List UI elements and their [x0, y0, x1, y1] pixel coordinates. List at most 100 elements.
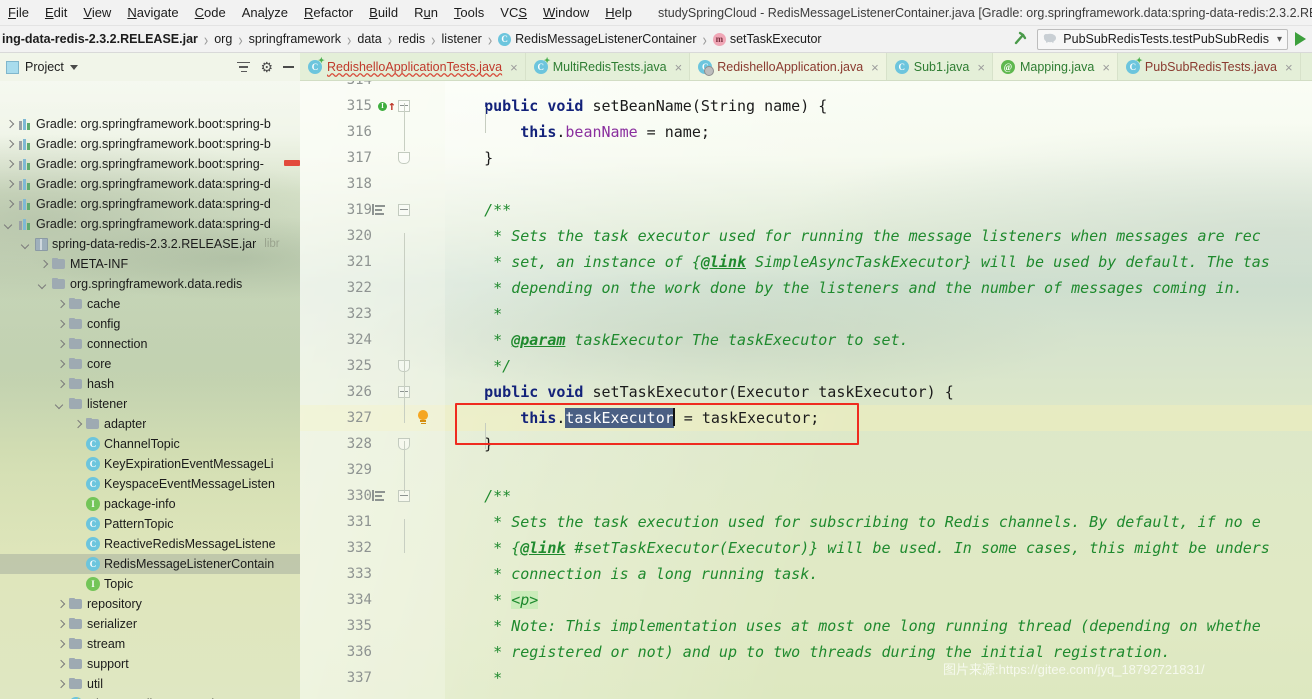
chevron-right-icon[interactable]: [55, 619, 66, 630]
code-line[interactable]: this.beanName = name;: [445, 119, 1312, 145]
gutter-line[interactable]: 337: [300, 665, 445, 691]
chevron-right-icon[interactable]: [4, 119, 15, 130]
code-line[interactable]: * @param taskExecutor The taskExecutor t…: [445, 327, 1312, 353]
tree-node[interactable]: cache: [0, 294, 300, 314]
code-line[interactable]: * <p>: [445, 587, 1312, 613]
chevron-right-icon[interactable]: [55, 359, 66, 370]
tree-node[interactable]: C ChannelTopic: [0, 434, 300, 454]
gutter-line[interactable]: 320: [300, 223, 445, 249]
gutter-line[interactable]: 324: [300, 327, 445, 353]
chevron-right-icon[interactable]: [55, 319, 66, 330]
breadcrumb-item-5[interactable]: listener: [440, 32, 484, 46]
chevron-right-icon[interactable]: [4, 179, 15, 190]
tree-node[interactable]: C KeyspaceEventMessageListen: [0, 474, 300, 494]
breadcrumb-item-6[interactable]: C RedisMessageListenerContainer: [496, 32, 698, 46]
collapse-all-icon[interactable]: [237, 61, 251, 74]
tree-node[interactable]: Gradle: org.springframework.data:spring-…: [0, 214, 300, 234]
code-line[interactable]: * connection is a long running task.: [445, 561, 1312, 587]
editor-gutter[interactable]: 314 315 I↑ 316 317 318 319 320 321 322 323 324 325 32…: [300, 81, 445, 699]
chevron-right-icon[interactable]: [4, 199, 15, 210]
tree-node[interactable]: C KeyExpirationEventMessageLi: [0, 454, 300, 474]
gutter-line[interactable]: 314: [300, 81, 445, 93]
tree-node[interactable]: C ReactiveRedisMessageListene: [0, 534, 300, 554]
tree-node[interactable]: config: [0, 314, 300, 334]
gutter-line[interactable]: 329: [300, 457, 445, 483]
gutter-line[interactable]: 336: [300, 639, 445, 665]
intention-lightbulb-icon[interactable]: [416, 410, 430, 426]
tree-node[interactable]: connection: [0, 334, 300, 354]
chevron-right-icon[interactable]: [4, 159, 15, 170]
menu-item-vcs[interactable]: VCS: [492, 0, 535, 26]
chevron-down-icon[interactable]: [55, 399, 66, 410]
tree-node[interactable]: spring-data-redis-2.3.2.RELEASE.jar libr: [0, 234, 300, 254]
editor-tab-sub1[interactable]: C Sub1.java ×: [886, 53, 993, 80]
gutter-line[interactable]: 334: [300, 587, 445, 613]
menu-item-code[interactable]: Code: [187, 0, 234, 26]
editor-code-area[interactable]: public void setBeanName(String name) { t…: [445, 81, 1312, 699]
code-line[interactable]: /**: [445, 197, 1312, 223]
chevron-down-icon[interactable]: ▾: [1277, 34, 1282, 45]
close-icon[interactable]: ×: [1285, 60, 1293, 75]
close-icon[interactable]: ×: [1102, 60, 1110, 75]
editor-tab-redishelloapplicationtests[interactable]: C ✦ RedishelloApplicationTests.java ×: [300, 53, 526, 80]
editor-tab-redishelloapplication[interactable]: C RedishelloApplication.java ×: [690, 53, 887, 80]
tree-node[interactable]: C RedisMessageListenerContain: [0, 554, 300, 574]
gutter-line[interactable]: 330: [300, 483, 445, 509]
menu-item-run[interactable]: Run: [406, 0, 446, 26]
editor-tab-multiredistests[interactable]: C ✦ MultiRedisTests.java ×: [525, 53, 691, 80]
run-method-marker-icon[interactable]: I ↑: [378, 100, 396, 113]
close-icon[interactable]: ×: [871, 60, 879, 75]
editor-tab-bar[interactable]: C ✦ RedishelloApplicationTests.java × C ✦ Mult…: [300, 53, 1312, 81]
close-icon[interactable]: ×: [675, 60, 683, 75]
chevron-down-icon[interactable]: [38, 279, 49, 290]
menu-item-analyze[interactable]: Analyze: [234, 0, 296, 26]
code-line[interactable]: * Sets the task executor used for runnin…: [445, 223, 1312, 249]
chevron-right-icon[interactable]: [55, 299, 66, 310]
code-line[interactable]: * Note: This implementation uses at most…: [445, 613, 1312, 639]
editor-tab-mapping[interactable]: @ Mapping.java ×: [992, 53, 1118, 80]
menu-item-tools[interactable]: Tools: [446, 0, 492, 26]
code-line[interactable]: */: [445, 353, 1312, 379]
code-line[interactable]: * Sets the task execution used for subsc…: [445, 509, 1312, 535]
close-icon[interactable]: ×: [977, 60, 985, 75]
code-line[interactable]: [445, 457, 1312, 483]
tree-node[interactable]: stream: [0, 634, 300, 654]
code-line[interactable]: * set, an instance of {@link SimpleAsync…: [445, 249, 1312, 275]
code-line[interactable]: public void setBeanName(String name) {: [445, 93, 1312, 119]
chevron-right-icon[interactable]: [72, 419, 83, 430]
gutter-line[interactable]: 316: [300, 119, 445, 145]
code-line[interactable]: * {@link #setTaskExecutor(Executor)} wil…: [445, 535, 1312, 561]
tree-node[interactable]: hash: [0, 374, 300, 394]
tree-node[interactable]: core: [0, 354, 300, 374]
tree-node[interactable]: serializer: [0, 614, 300, 634]
chevron-down-icon[interactable]: [4, 219, 15, 230]
code-line[interactable]: *: [445, 301, 1312, 327]
tree-node[interactable]: listener: [0, 394, 300, 414]
tree-node[interactable]: support: [0, 654, 300, 674]
build-hammer-icon[interactable]: [1012, 30, 1030, 48]
tree-node[interactable]: Gradle: org.springframework.boot:spring-…: [0, 114, 300, 134]
tree-node[interactable]: I Topic: [0, 574, 300, 594]
chevron-right-icon[interactable]: [55, 639, 66, 650]
chevron-down-icon[interactable]: [69, 64, 78, 70]
menu-item-build[interactable]: Build: [361, 0, 406, 26]
gutter-line[interactable]: 325: [300, 353, 445, 379]
gutter-line[interactable]: 333: [300, 561, 445, 587]
gutter-line[interactable]: 335: [300, 613, 445, 639]
code-line[interactable]: }: [445, 145, 1312, 171]
tree-node[interactable]: ⚡ClusterRedirectException: [0, 694, 300, 699]
chevron-right-icon[interactable]: [55, 379, 66, 390]
breadcrumb-item-1[interactable]: org: [212, 32, 234, 46]
tree-node[interactable]: Gradle: org.springframework.boot:spring-…: [0, 134, 300, 154]
gutter-line[interactable]: 332: [300, 535, 445, 561]
breadcrumb[interactable]: ing-data-redis-2.3.2.RELEASE.jar › org › spr…: [0, 26, 824, 53]
chevron-right-icon[interactable]: [38, 259, 49, 270]
tree-node[interactable]: repository: [0, 594, 300, 614]
menu-item-help[interactable]: Help: [597, 0, 640, 26]
code-fold-end-marker[interactable]: [398, 152, 410, 164]
code-line[interactable]: }: [445, 431, 1312, 457]
run-configuration-selector[interactable]: PubSubRedisTests.testPubSubRedis ▾: [1037, 28, 1288, 50]
tree-node[interactable]: Gradle: org.springframework.boot:spring-: [0, 154, 300, 174]
chevron-down-icon[interactable]: [21, 239, 32, 250]
code-line[interactable]: [445, 171, 1312, 197]
